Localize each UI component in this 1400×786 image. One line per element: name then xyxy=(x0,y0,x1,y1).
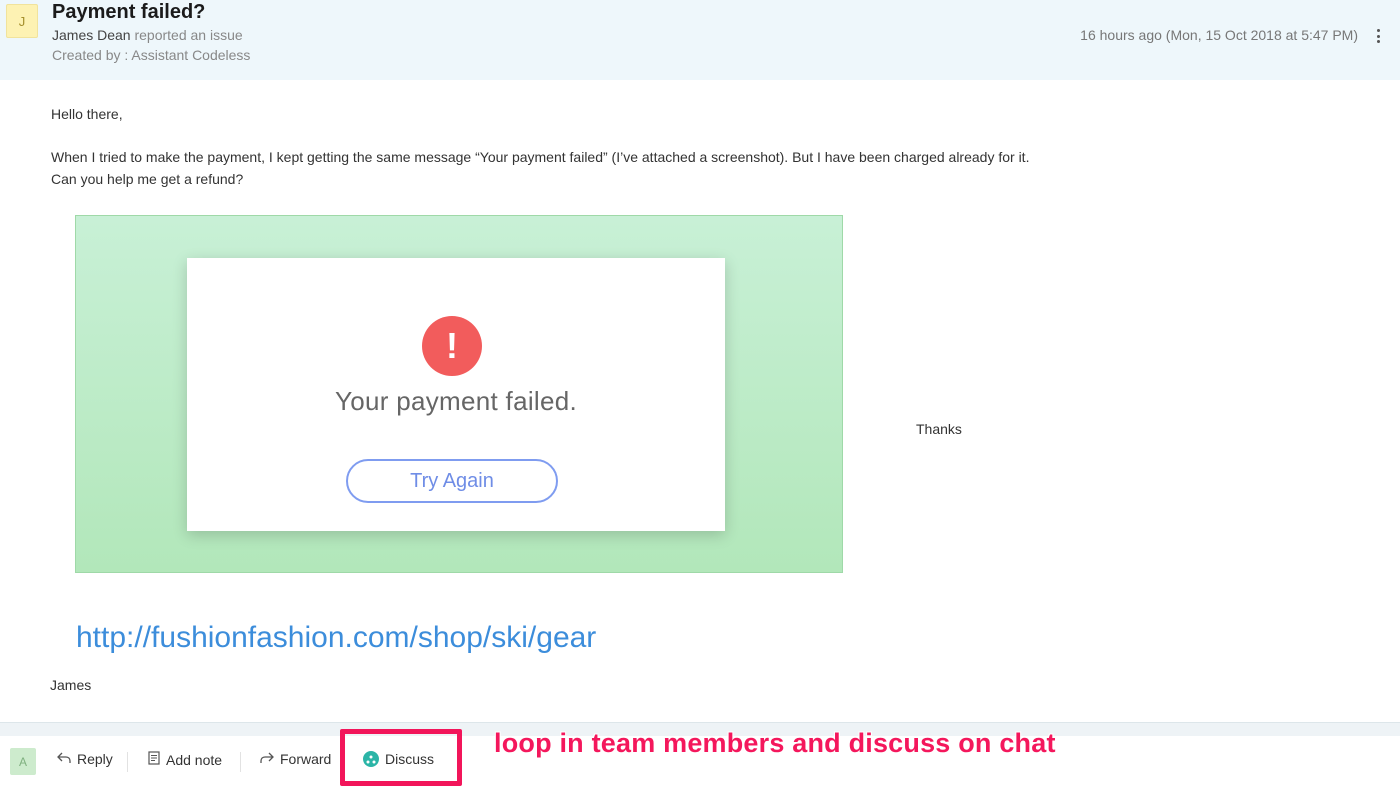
error-icon: ! xyxy=(422,316,482,376)
thanks-text: Thanks xyxy=(916,421,962,437)
forward-icon xyxy=(260,751,274,767)
product-link[interactable]: http://fushionfashion.com/shop/ski/gear xyxy=(76,621,596,655)
agent-avatar: A xyxy=(10,748,36,775)
more-options-icon[interactable] xyxy=(1370,27,1386,45)
message-line-1: When I tried to make the payment, I kept… xyxy=(51,149,1030,165)
add-note-button[interactable]: Add note xyxy=(148,751,222,768)
payment-failed-message: Your payment failed. xyxy=(334,386,578,416)
try-again-button: Try Again xyxy=(346,459,558,503)
requester-avatar[interactable]: J xyxy=(6,4,38,38)
separator xyxy=(127,752,128,772)
add-note-label: Add note xyxy=(166,751,223,768)
attached-screenshot[interactable]: ! Your payment failed. Try Again xyxy=(75,215,843,573)
note-icon xyxy=(148,751,160,768)
ticket-title: Payment failed? xyxy=(52,1,206,23)
forward-label: Forward xyxy=(280,751,332,767)
forward-button[interactable]: Forward xyxy=(260,751,331,767)
reply-icon xyxy=(57,751,71,767)
ticket-meta: James Dean reported an issue xyxy=(52,27,243,43)
payment-error-card: ! Your payment failed. Try Again xyxy=(187,258,725,531)
reply-button[interactable]: Reply xyxy=(57,751,113,767)
message-line-2: Can you help me get a refund? xyxy=(51,171,244,187)
greeting-text: Hello there, xyxy=(51,106,123,122)
author-name[interactable]: James Dean xyxy=(52,27,131,43)
discuss-highlight-box xyxy=(340,729,462,786)
ticket-timestamp: 16 hours ago (Mon, 15 Oct 2018 at 5:47 P… xyxy=(1080,27,1358,43)
annotation-callout: loop in team members and discuss on chat xyxy=(494,728,1056,758)
created-by: Created by : Assistant Codeless xyxy=(52,47,251,63)
separator xyxy=(240,752,241,772)
reply-label: Reply xyxy=(77,751,113,767)
ticket-header: J Payment failed? James Dean reported an… xyxy=(0,0,1400,80)
signoff-text: James xyxy=(50,677,92,693)
action-text: reported an issue xyxy=(130,27,243,43)
